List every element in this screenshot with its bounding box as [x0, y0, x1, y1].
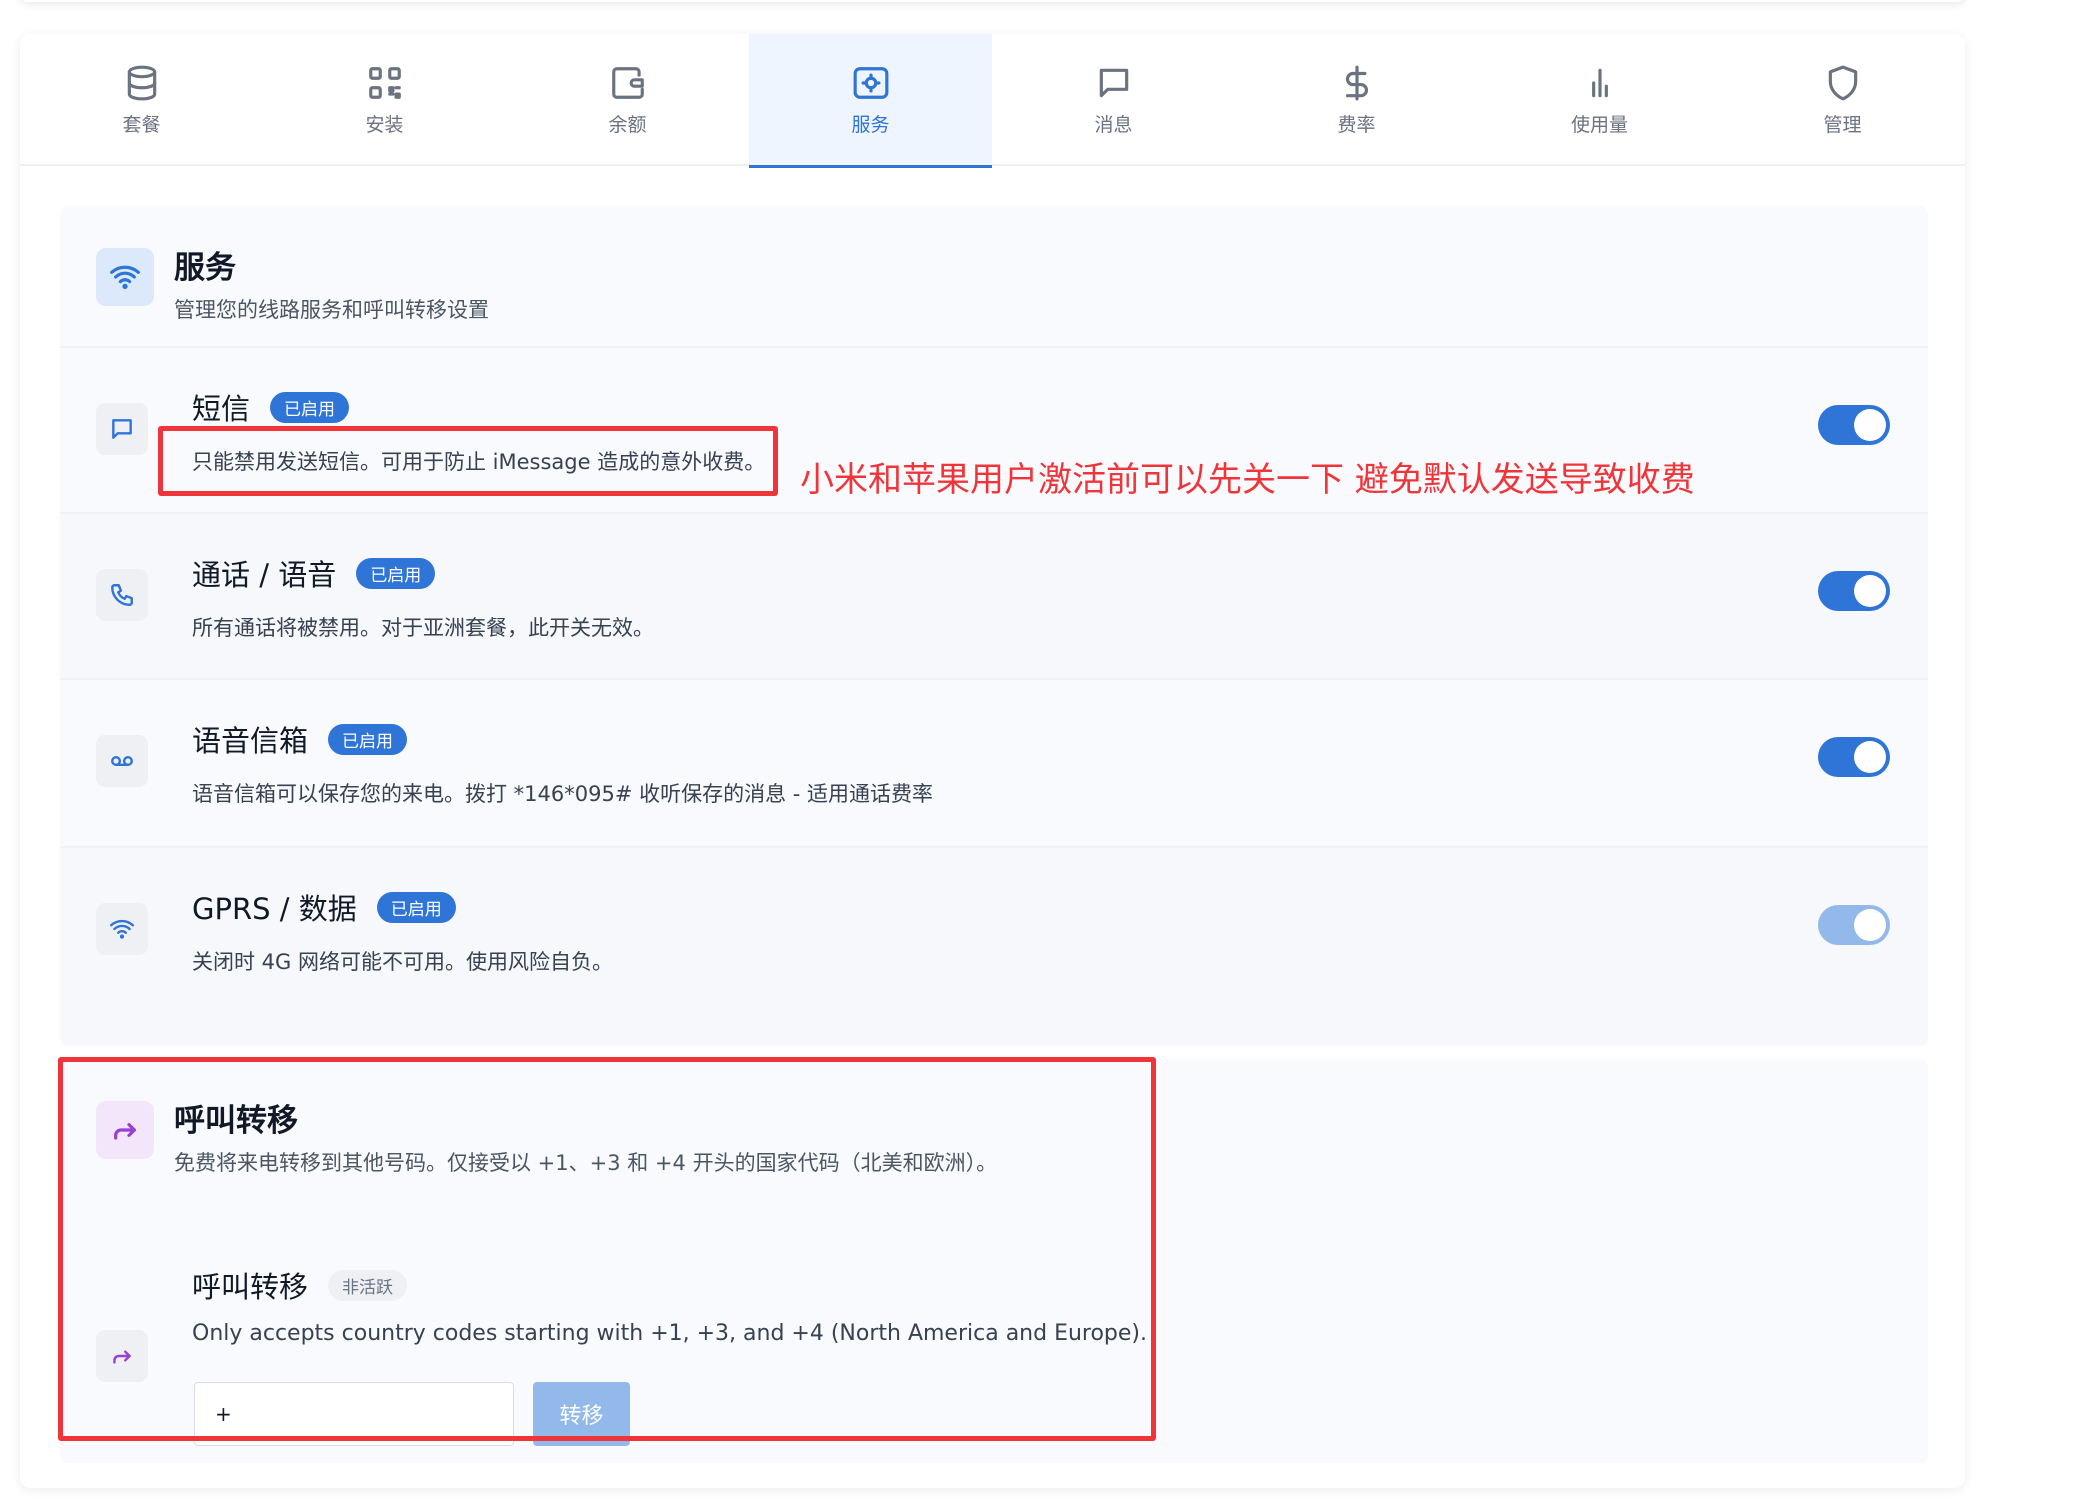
highlight-box-forwarding: [58, 1057, 1156, 1441]
tab-label: 消息: [1094, 113, 1133, 136]
message-icon: [1099, 68, 1128, 97]
annotation-text: 小米和苹果用户激活前可以先关一下 避免默认发送导致收费: [800, 460, 1695, 500]
services-header: 服务 管理您的线路服务和呼叫转移设置: [96, 248, 489, 324]
services-description: 管理您的线路服务和呼叫转移设置: [174, 298, 489, 322]
qr-code-icon: [368, 66, 401, 99]
tab-label: 套餐: [122, 113, 161, 136]
shield-icon: [1828, 65, 1857, 100]
database-icon: [127, 65, 156, 100]
tab-label: 安装: [365, 113, 404, 136]
voicemail-toggle[interactable]: [1818, 737, 1890, 777]
message-icon: [96, 403, 148, 455]
voicemail-icon: [96, 735, 148, 787]
phone-icon: [96, 569, 148, 621]
tab-bar: 套餐 安装 余额 服务 消息 费率 使用量 管理: [20, 34, 1965, 168]
status-badge: 已启用: [270, 391, 350, 423]
voice-toggle[interactable]: [1818, 571, 1890, 611]
bar-chart-icon: [1591, 68, 1608, 97]
service-title: 短信: [192, 392, 251, 426]
services-title: 服务: [174, 250, 236, 286]
data-toggle[interactable]: [1818, 905, 1890, 945]
highlight-box-sms: [158, 426, 778, 496]
service-row-voicemail: 语音信箱 已启用 语音信箱可以保存您的来电。拨打 *146*095# 收听保存的…: [60, 678, 1928, 844]
tab-label: 使用量: [1570, 113, 1628, 136]
service-description: 所有通话将被禁用。对于亚洲套餐，此开关无效。: [192, 616, 654, 640]
tab-usage[interactable]: 使用量: [1478, 34, 1721, 166]
top-bar-edge: [20, 0, 1965, 2]
service-settings-icon: [853, 66, 888, 99]
service-title: GPRS / 数据: [192, 892, 357, 926]
wifi-icon: [96, 248, 154, 306]
service-description: 语音信箱可以保存您的来电。拨打 *146*095# 收听保存的消息 - 适用通话…: [192, 782, 934, 806]
service-title: 通话 / 语音: [192, 558, 337, 592]
service-row-data: GPRS / 数据 已启用 关闭时 4G 网络可能不可用。使用风险自负。: [60, 846, 1928, 1046]
wallet-icon: [611, 66, 644, 99]
services-panel: 服务 管理您的线路服务和呼叫转移设置 短信 已启用 只能禁用发送短信。可用于防止…: [60, 206, 1928, 1046]
tab-plan[interactable]: 套餐: [20, 34, 263, 166]
tab-messages[interactable]: 消息: [992, 34, 1235, 166]
tab-label: 费率: [1337, 113, 1376, 136]
tab-manage[interactable]: 管理: [1721, 34, 1964, 166]
sms-toggle[interactable]: [1818, 405, 1890, 445]
tab-label: 余额: [608, 113, 647, 136]
status-badge: 已启用: [376, 891, 456, 923]
tab-balance[interactable]: 余额: [506, 34, 749, 166]
dollar-icon: [1345, 65, 1368, 100]
tab-service[interactable]: 服务: [749, 34, 992, 168]
tab-install[interactable]: 安装: [263, 34, 506, 166]
wifi-icon: [96, 903, 148, 955]
service-description: 关闭时 4G 网络可能不可用。使用风险自负。: [192, 950, 613, 974]
tab-rates[interactable]: 费率: [1235, 34, 1478, 166]
status-badge: 已启用: [356, 557, 436, 589]
service-row-voice: 通话 / 语音 已启用 所有通话将被禁用。对于亚洲套餐，此开关无效。: [60, 512, 1928, 678]
tab-label: 服务: [851, 113, 890, 136]
tab-label: 管理: [1823, 113, 1862, 136]
service-title: 语音信箱: [192, 724, 309, 758]
status-badge: 已启用: [328, 723, 408, 755]
